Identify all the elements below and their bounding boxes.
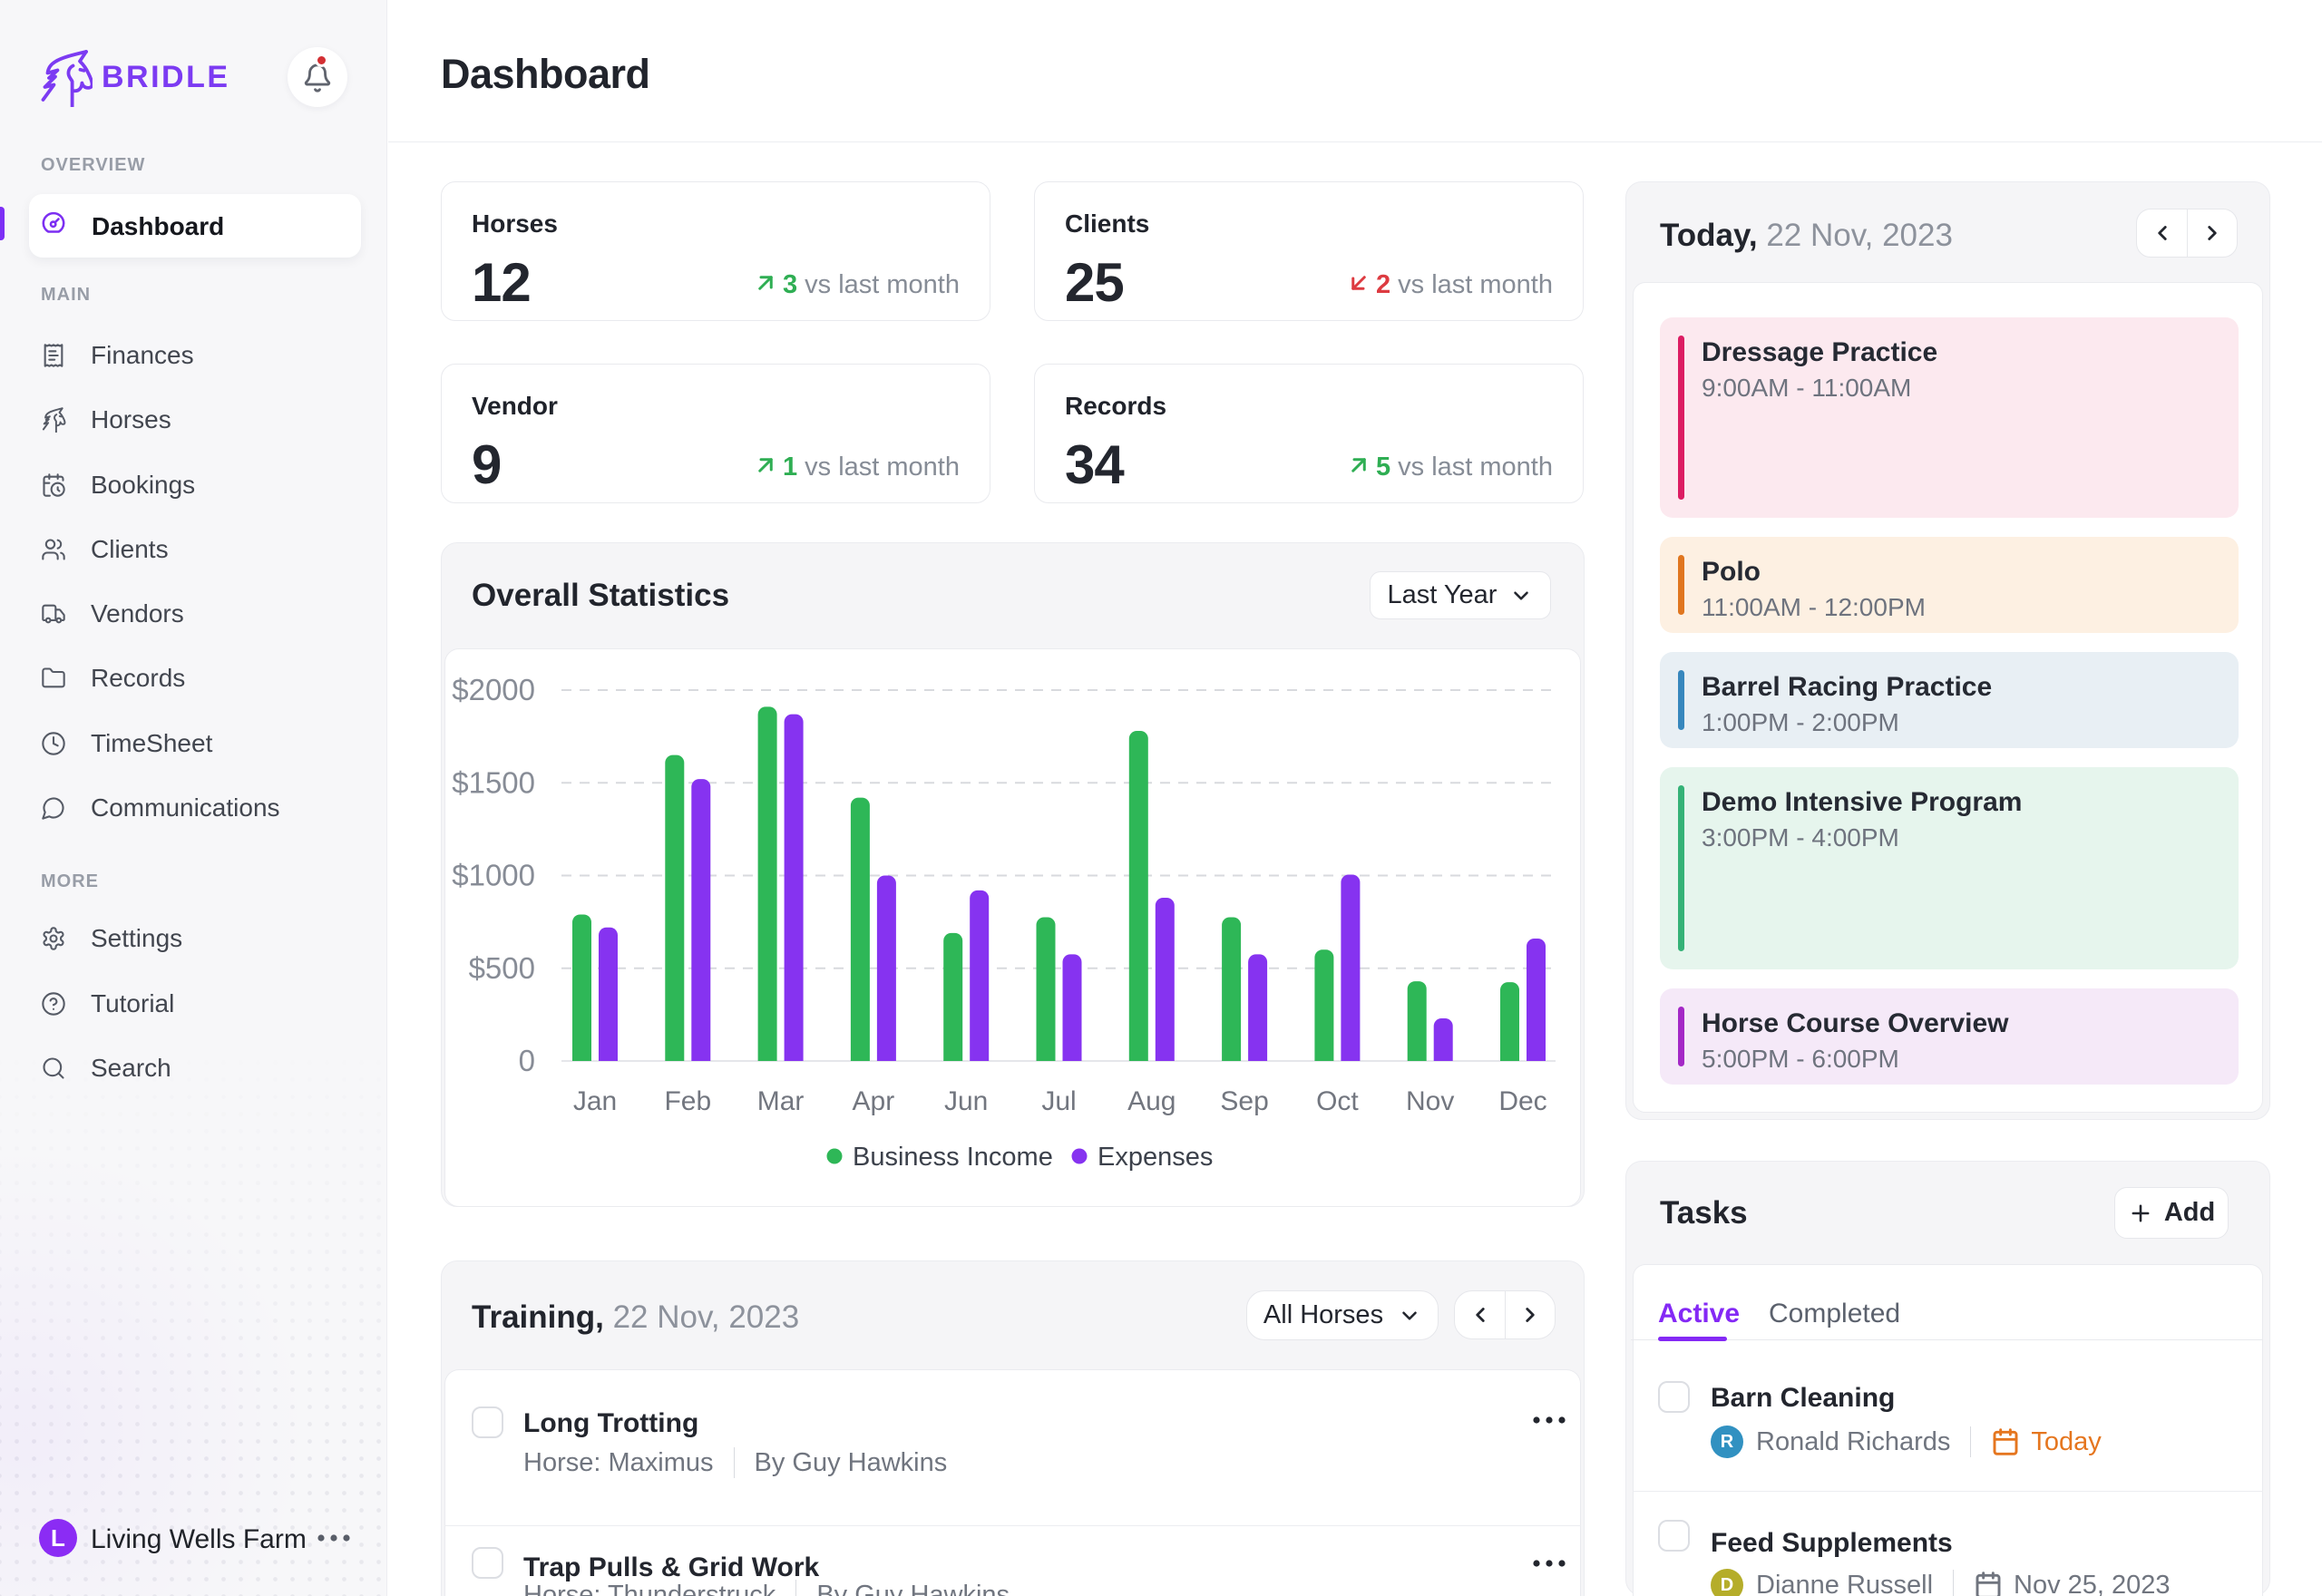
svg-text:$500: $500 (469, 951, 535, 985)
svg-text:Feb: Feb (664, 1086, 711, 1116)
svg-text:$1500: $1500 (452, 765, 535, 799)
svg-text:Aug: Aug (1127, 1086, 1176, 1116)
svg-text:Jun: Jun (944, 1086, 988, 1116)
svg-text:$2000: $2000 (452, 673, 535, 706)
svg-text:Jul: Jul (1041, 1086, 1076, 1116)
svg-text:Expenses: Expenses (1098, 1143, 1213, 1172)
svg-text:Nov: Nov (1406, 1086, 1454, 1116)
svg-text:0: 0 (519, 1044, 535, 1077)
svg-text:Business Income: Business Income (853, 1143, 1053, 1172)
svg-text:Dec: Dec (1498, 1086, 1546, 1116)
svg-text:Oct: Oct (1316, 1086, 1359, 1116)
svg-text:Mar: Mar (757, 1086, 805, 1116)
svg-text:$1000: $1000 (452, 859, 535, 892)
svg-text:Jan: Jan (573, 1086, 617, 1116)
svg-text:Sep: Sep (1220, 1086, 1268, 1116)
svg-text:Apr: Apr (853, 1086, 895, 1116)
